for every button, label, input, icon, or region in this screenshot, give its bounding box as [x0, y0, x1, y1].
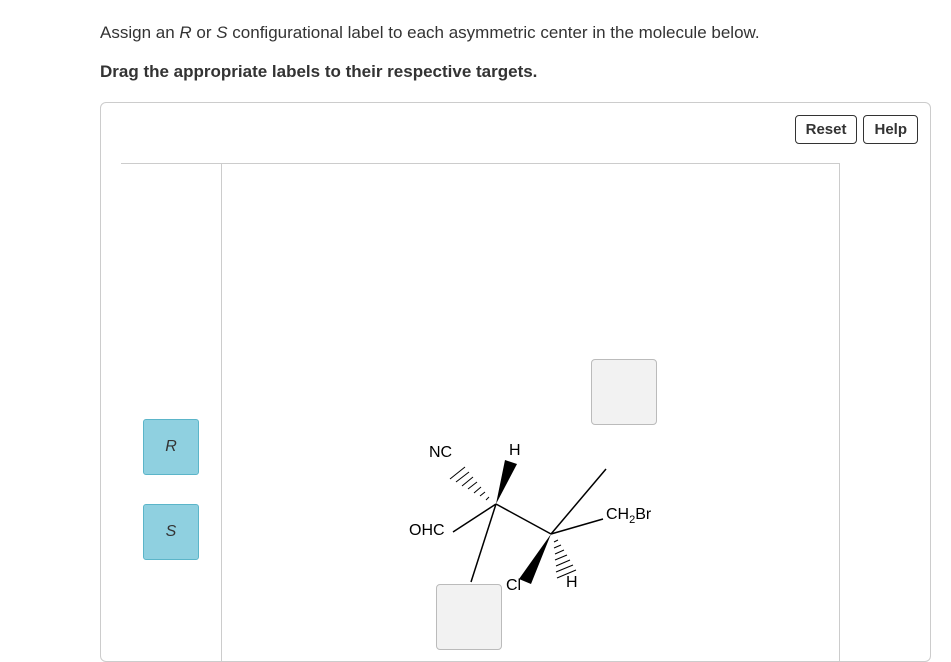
canvas: R S — [121, 163, 840, 661]
toolbar: Reset Help — [795, 115, 918, 144]
drop-target-lower[interactable] — [436, 584, 502, 650]
question-text-prefix: Assign an — [100, 23, 179, 42]
question-r: R — [179, 23, 191, 42]
question-s: S — [216, 23, 227, 42]
question-text-suffix: configurational label to each asymmetric… — [228, 23, 760, 42]
drag-tile-s[interactable]: S — [143, 504, 199, 560]
label-ch2br-prefix: CH — [606, 506, 629, 523]
question-mid: or — [192, 23, 217, 42]
label-h-bottom: H — [566, 574, 578, 592]
reset-button[interactable]: Reset — [795, 115, 858, 144]
drop-target-upper[interactable] — [591, 359, 657, 425]
drag-tile-r[interactable]: R — [143, 419, 199, 475]
palette-divider — [221, 164, 222, 661]
question-text: Assign an R or S configurational label t… — [100, 20, 931, 46]
workspace: Reset Help R S — [100, 102, 931, 662]
drag-tile-s-label: S — [166, 523, 177, 541]
drag-tile-r-label: R — [165, 438, 177, 456]
instruction-text: Drag the appropriate labels to their res… — [100, 62, 931, 82]
label-ohc: OHC — [409, 522, 445, 540]
help-button[interactable]: Help — [863, 115, 918, 144]
label-ch2br-suffix: Br — [635, 506, 651, 523]
label-h-top: H — [509, 442, 521, 460]
label-ch2br: CH2Br — [606, 506, 651, 526]
label-ch2br-sub: 2 — [629, 514, 635, 526]
label-cl: Cl — [506, 577, 521, 595]
label-nc: NC — [429, 444, 452, 462]
